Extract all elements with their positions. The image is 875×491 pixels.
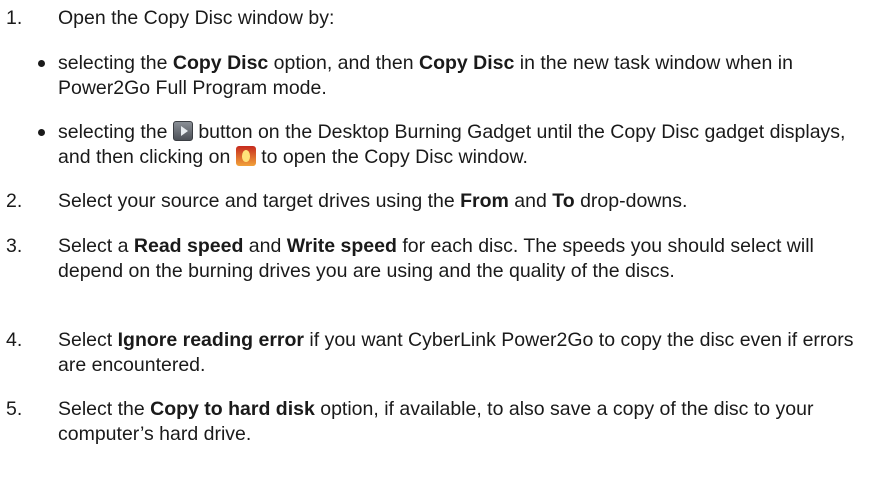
step-number: 1.: [6, 7, 23, 29]
bullet-text: selecting the Copy Disc option, and then…: [58, 52, 793, 99]
step-text: Select Ignore reading error if you want …: [58, 329, 854, 376]
bullet-text: selecting the button on the Desktop Burn…: [58, 121, 846, 168]
step-text: Open the Copy Disc window by:: [58, 7, 335, 29]
step-text: Select the Copy to hard disk option, if …: [58, 398, 814, 445]
bullet-dot: [38, 129, 45, 136]
step-number: 4.: [6, 329, 23, 351]
step-number: 5.: [6, 398, 23, 420]
step-text: Select your source and target drives usi…: [58, 190, 688, 212]
bullet-dot: [38, 60, 45, 67]
step-number: 3.: [6, 235, 23, 257]
flame-icon: [235, 146, 256, 166]
step-text: Select a Read speed and Write speed for …: [58, 235, 814, 282]
step-number: 2.: [6, 190, 23, 212]
play-arrow-icon: [172, 121, 193, 141]
